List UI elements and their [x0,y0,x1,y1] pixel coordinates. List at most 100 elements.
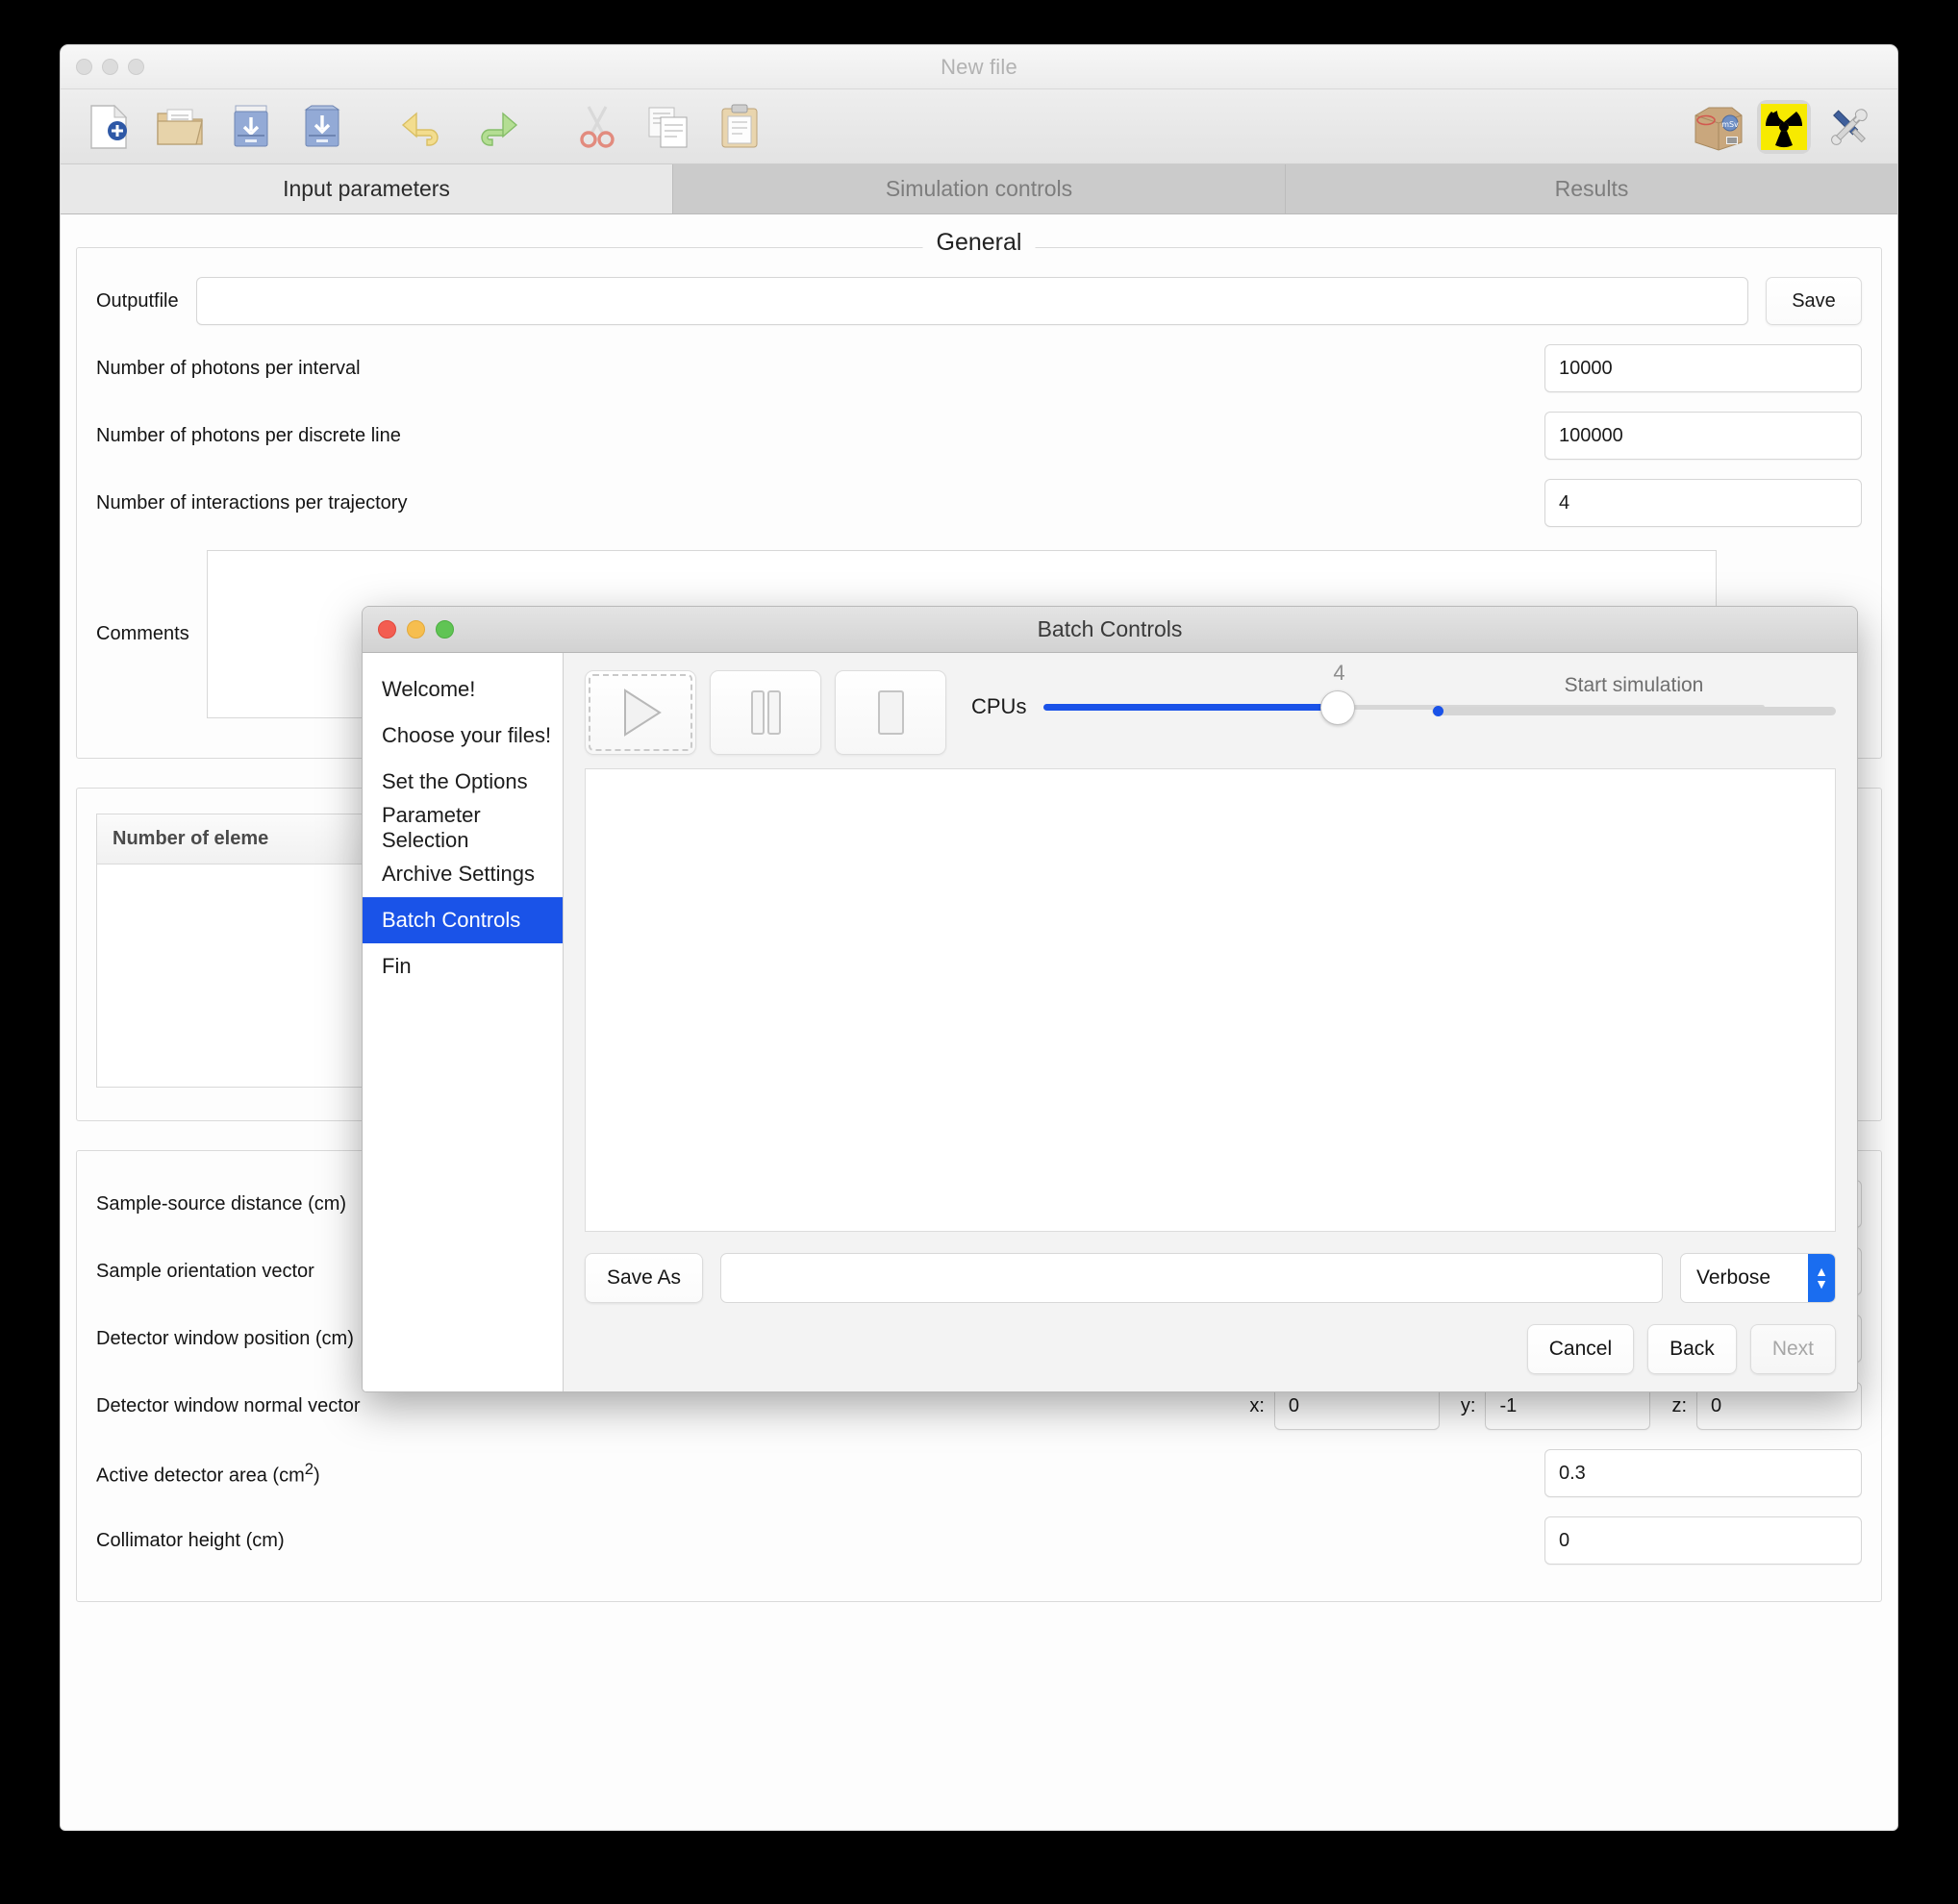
photons-per-interval-input[interactable]: 10000 [1544,344,1862,392]
interactions-label: Number of interactions per trajectory [96,491,408,514]
package-icon[interactable]: mSv [1692,100,1745,154]
sidebar-item-label: Set the Options [382,769,528,793]
save-button[interactable]: Save [1766,277,1862,325]
sidebar-item-batch-controls[interactable]: Batch Controls [363,897,563,943]
interactions-row: Number of interactions per trajectory 4 [96,475,1862,531]
stop-icon [878,690,904,735]
save-icon[interactable] [224,100,278,154]
main-window: New file mSv Input parameters Simulation… [60,44,1898,1831]
minimize-button[interactable] [102,59,118,75]
dialog-maximize-button[interactable] [436,620,454,639]
sidebar-item-parameter-selection[interactable]: Parameter Selection [363,803,563,852]
tab-simulation-controls[interactable]: Simulation controls [673,164,1286,213]
interactions-input[interactable]: 4 [1544,479,1862,527]
sample-source-distance-label: Sample-source distance (cm) [96,1192,347,1215]
play-button[interactable] [585,670,696,755]
paste-icon[interactable] [713,100,766,154]
pause-button[interactable] [710,670,821,755]
radioactive-icon[interactable] [1757,99,1811,154]
dialog-save-row: Save As Verbose ▲ ▼ [585,1232,1836,1303]
window-title: New file [941,54,1017,79]
sidebar-item-label: Welcome! [382,677,476,701]
dialog-traffic-lights[interactable] [378,620,454,639]
photons-per-line-label: Number of photons per discrete line [96,424,401,446]
tab-label: Simulation controls [885,176,1073,201]
save-path-input[interactable] [720,1253,1663,1303]
sidebar-item-label: Choose your files! [382,723,552,747]
toolbar-right-group: mSv [1692,99,1876,154]
outputfile-row: Outputfile Save [96,273,1862,329]
active-detector-area-row: Active detector area (cm2) 0.3 [96,1445,1862,1501]
undo-icon[interactable] [397,100,451,154]
outputfile-input[interactable] [195,277,1748,325]
sidebar-item-label: Parameter Selection [382,803,481,852]
progress-label: Start simulation [1564,674,1704,696]
dialog-main: CPUs 4 Start simulation Save As Verbose … [564,653,1857,1391]
photons-per-line-row: Number of photons per discrete line 1000… [96,408,1862,463]
cut-icon[interactable] [570,100,624,154]
slider-handle[interactable] [1320,690,1356,725]
window-traffic-lights[interactable] [76,59,144,75]
tab-label: Results [1554,176,1629,201]
stop-button[interactable] [835,670,946,755]
verbosity-select[interactable]: Verbose ▲ ▼ [1680,1253,1836,1303]
save-as-icon[interactable] [295,100,349,154]
sidebar-item-label: Archive Settings [382,862,535,886]
dialog-sidebar: Welcome! Choose your files! Set the Opti… [363,653,564,1391]
dialog-title: Batch Controls [1037,616,1183,641]
cpus-label: CPUs [971,694,1027,718]
sidebar-item-fin[interactable]: Fin [363,943,563,990]
collimator-height-label: Collimator height (cm) [96,1529,285,1551]
z-axis-label: z: [1671,1394,1687,1416]
chevron-updown-icon[interactable]: ▲ ▼ [1808,1254,1835,1302]
back-button[interactable]: Back [1647,1324,1737,1374]
maximize-button[interactable] [128,59,144,75]
log-output[interactable] [585,768,1836,1232]
photons-per-line-input[interactable]: 100000 [1544,412,1862,460]
new-file-icon[interactable] [82,100,136,154]
batch-controls-dialog: Batch Controls Welcome! Choose your file… [362,606,1858,1392]
save-as-button[interactable]: Save As [585,1253,704,1303]
sidebar-item-set-options[interactable]: Set the Options [363,759,563,805]
redo-icon[interactable] [468,100,522,154]
active-detector-area-label: Active detector area (cm2) [96,1460,320,1488]
open-folder-icon[interactable] [153,100,207,154]
general-group-title: General [922,229,1036,257]
svg-text:mSv: mSv [1721,120,1739,129]
sidebar-item-choose-files[interactable]: Choose your files! [363,713,563,759]
comments-label: Comments [96,622,189,644]
transport-controls: CPUs 4 Start simulation [585,661,1836,763]
sample-orientation-vector-label: Sample orientation vector [96,1260,314,1282]
area-superscript: 2 [304,1459,314,1478]
copy-icon[interactable] [641,100,695,154]
progress-bar [1432,706,1836,716]
dialog-close-button[interactable] [378,620,396,639]
main-toolbar: mSv [61,89,1897,164]
dialog-actions: Cancel Back Next [585,1303,1836,1391]
cpus-control: CPUs 4 Start simulation [971,661,1836,726]
simulation-progress: Start simulation [1432,674,1836,716]
tools-icon[interactable] [1822,100,1876,154]
collimator-height-input[interactable]: 0 [1544,1516,1862,1565]
play-icon [624,689,662,737]
tab-results[interactable]: Results [1286,164,1897,213]
close-button[interactable] [76,59,92,75]
main-tabs: Input parameters Simulation controls Res… [61,164,1897,214]
tab-input-parameters[interactable]: Input parameters [61,164,673,213]
slider-filled-track [1043,704,1338,711]
sidebar-item-label: Batch Controls [382,908,521,932]
dialog-minimize-button[interactable] [407,620,425,639]
cpus-value: 4 [1333,661,1345,685]
tab-label: Input parameters [283,176,450,201]
cancel-button[interactable]: Cancel [1526,1324,1635,1374]
dialog-body: Welcome! Choose your files! Set the Opti… [363,653,1857,1391]
collimator-height-row: Collimator height (cm) 0 [96,1513,1862,1568]
sidebar-item-archive-settings[interactable]: Archive Settings [363,851,563,897]
sidebar-item-welcome[interactable]: Welcome! [363,666,563,713]
next-button[interactable]: Next [1749,1324,1836,1374]
outputfile-label: Outputfile [96,289,179,312]
active-detector-area-input[interactable]: 0.3 [1544,1449,1862,1497]
dialog-titlebar: Batch Controls [363,607,1857,653]
photons-per-interval-row: Number of photons per interval 10000 [96,340,1862,396]
window-titlebar: New file [61,45,1897,89]
